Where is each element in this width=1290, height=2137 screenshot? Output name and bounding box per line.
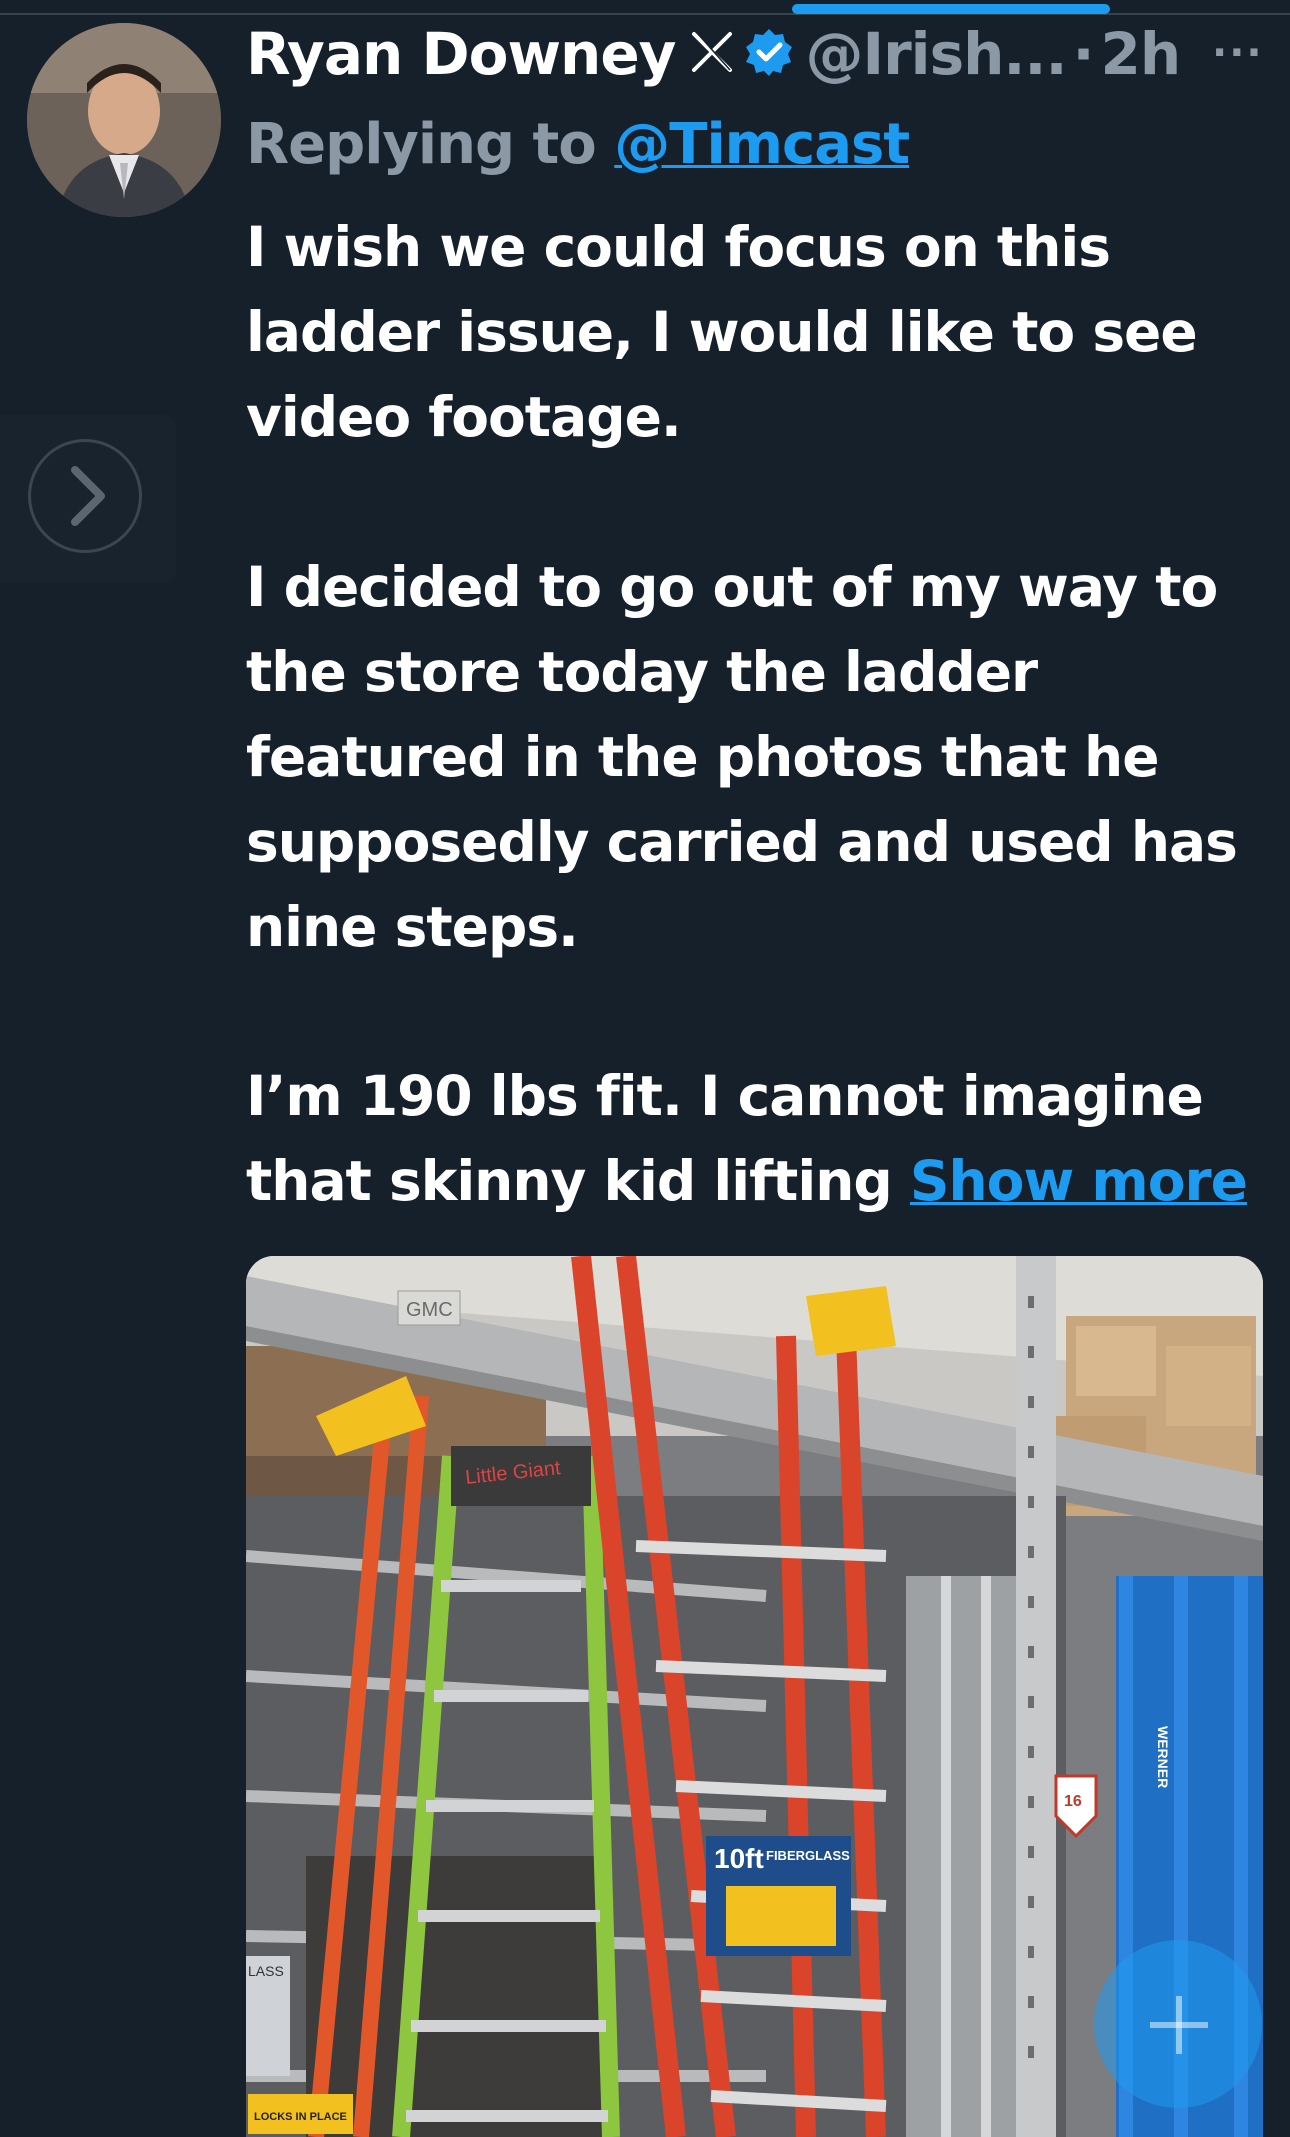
side-text: LASS (248, 1963, 284, 1979)
brand-text-b: WERNER (1155, 1726, 1171, 1788)
active-tab-indicator (792, 4, 1110, 14)
tweet-text-paragraph-2: I decided to go out of my way to the sto… (246, 555, 1238, 959)
carousel-arrow[interactable] (0, 415, 176, 583)
fab-plus-horizontal (1150, 2022, 1208, 2028)
verified-badge-icon (744, 27, 794, 81)
sign-text: LOCKS IN PLACE (254, 2111, 347, 2123)
aisle-number-text: 16 (1064, 1793, 1082, 1810)
replying-to: Replying to @Timcast (246, 112, 910, 177)
chevron-right-icon[interactable] (28, 439, 142, 553)
timestamp[interactable]: 2h (1101, 20, 1182, 88)
avatar[interactable] (27, 23, 221, 217)
separator-dot: · (1072, 20, 1095, 88)
x-logo-icon (690, 30, 734, 78)
author-handle[interactable]: @Irish... (806, 20, 1068, 88)
author-name[interactable]: Ryan Downey (246, 20, 676, 88)
replying-to-link[interactable]: @Timcast (614, 112, 910, 177)
compose-plus-icon[interactable] (1094, 1940, 1262, 2108)
tweet-text-paragraph-3: I’m 190 lbs fit. I cannot imagine that s… (246, 1054, 1286, 1224)
shelf-tag-text: GMC (406, 1299, 453, 1321)
tweet-header: Ryan Downey @Irish... · 2h (246, 14, 1276, 94)
show-more-link[interactable]: Show more (910, 1149, 1248, 1213)
replying-prefix: Replying to (246, 112, 597, 177)
tweet-text-paragraph-1: I wish we could focus on this ladder iss… (246, 215, 1198, 449)
more-icon[interactable]: ··· (1212, 30, 1264, 76)
box-size-text: 10ft (714, 1843, 764, 1874)
box-material-text: FIBERGLASS (766, 1848, 850, 1863)
